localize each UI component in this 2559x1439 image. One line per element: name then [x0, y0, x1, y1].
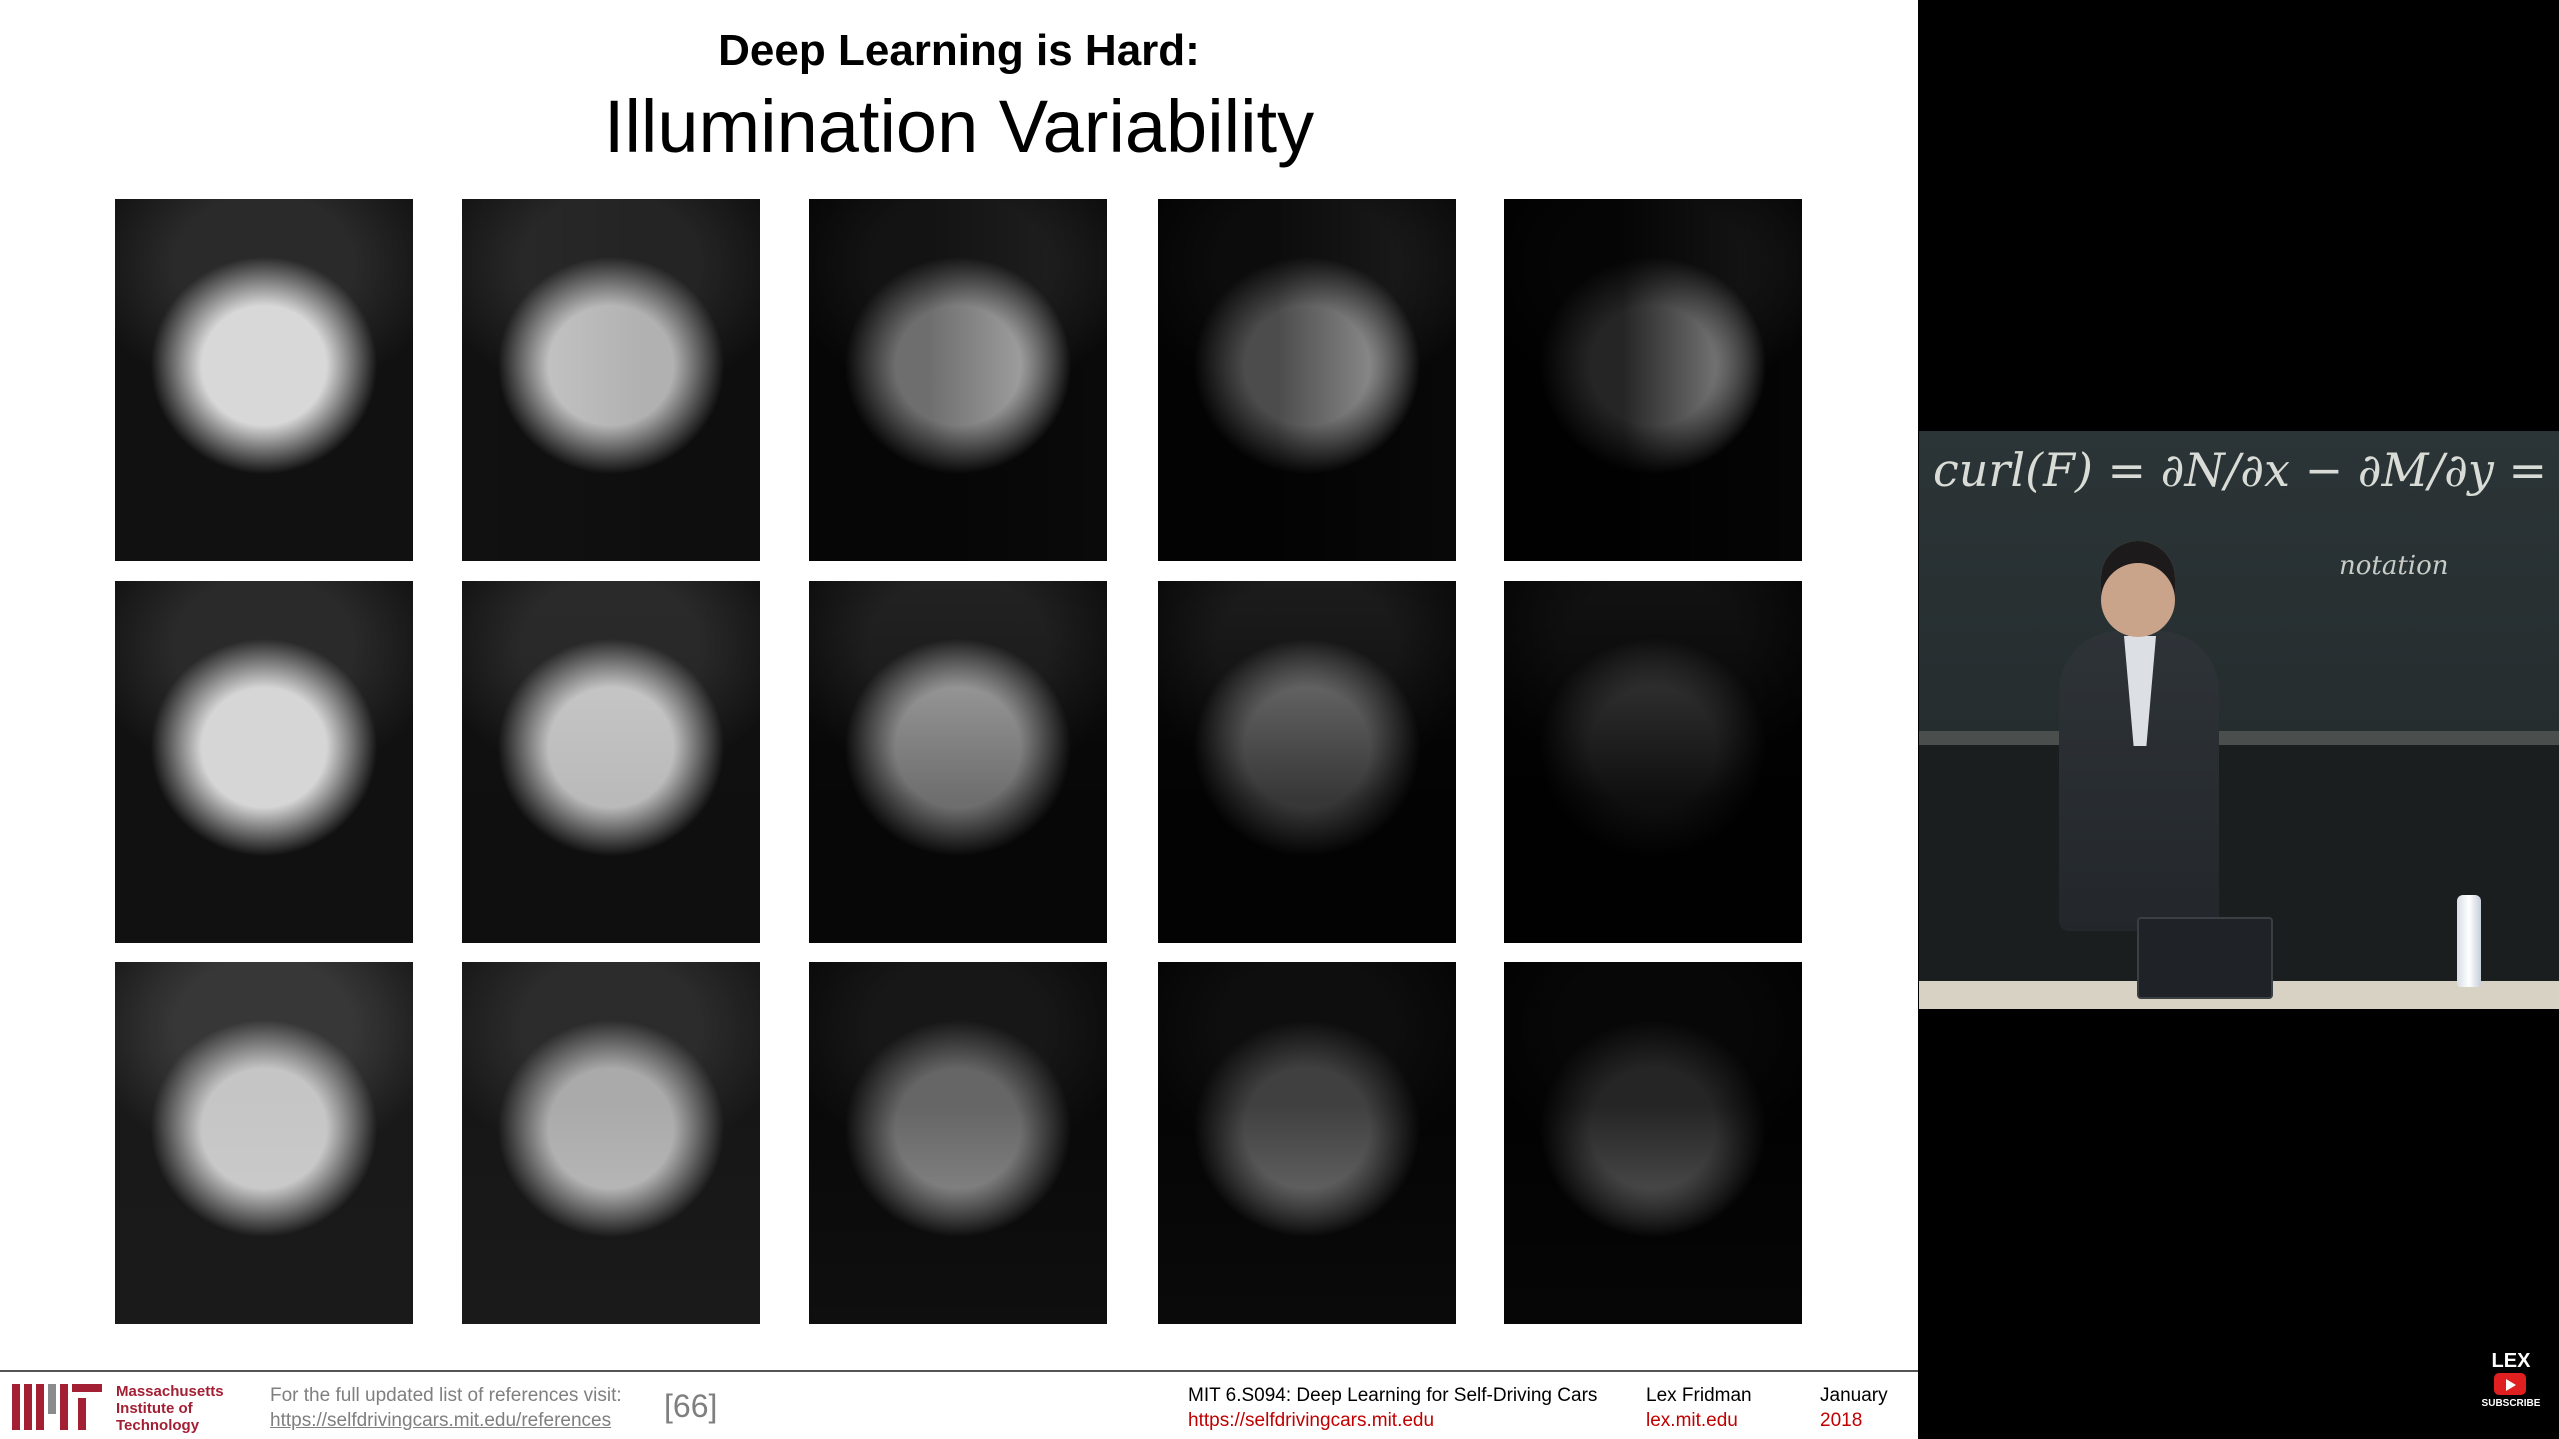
mit-logo-icon	[12, 1384, 102, 1430]
face-image-r2-c2	[462, 581, 760, 943]
slide: Deep Learning is Hard: Illumination Vari…	[0, 0, 1918, 1439]
slide-title: Deep Learning is Hard:	[718, 26, 1200, 75]
face-image-r3-c3	[809, 962, 1107, 1324]
course-name: MIT 6.S094: Deep Learning for Self-Drivi…	[1188, 1385, 1598, 1406]
face-image-r3-c2	[462, 962, 760, 1324]
water-bottle-icon	[2457, 895, 2481, 987]
channel-brand[interactable]: LEX	[2484, 1350, 2538, 1373]
references-link[interactable]: https://selfdrivingcars.mit.edu/referenc…	[270, 1410, 611, 1432]
reference-number: [66]	[664, 1388, 718, 1424]
face-image-r2-c3	[809, 581, 1107, 943]
chalkboard: curl(F) = ∂N/∂x − ∂M/∂y = k̂·(∇×F) notat…	[1919, 431, 2559, 731]
laptop-icon	[2137, 917, 2273, 999]
references-label: For the full updated list of references …	[270, 1385, 622, 1406]
chalkboard-note: notation	[2339, 551, 2449, 581]
lecturer-camera-view: curl(F) = ∂N/∂x − ∂M/∂y = k̂·(∇×F) notat…	[1919, 431, 2559, 1009]
mit-wordmark: Massachusetts Institute of Technology	[116, 1383, 224, 1434]
face-image-r2-c5	[1504, 581, 1802, 943]
face-image-r1-c5	[1504, 199, 1802, 561]
lecturer-head	[2101, 541, 2175, 637]
chalkboard-formula: curl(F) = ∂N/∂x − ∂M/∂y = k̂·(∇×F)	[1933, 443, 2559, 497]
chalk-ledge	[1919, 731, 2559, 745]
author-name: Lex Fridman	[1646, 1385, 1752, 1406]
face-image-r3-c1	[115, 962, 413, 1324]
subscribe-label[interactable]: SUBSCRIBE	[2468, 1398, 2554, 1409]
face-image-r3-c5	[1504, 962, 1802, 1324]
footer-divider	[0, 1370, 1918, 1372]
author-link[interactable]: lex.mit.edu	[1646, 1410, 1738, 1432]
date-year: 2018	[1820, 1410, 1863, 1431]
face-image-r2-c4	[1158, 581, 1456, 943]
date-month: January	[1820, 1385, 1888, 1406]
face-image-r3-c4	[1158, 962, 1456, 1324]
slide-subtitle: Illumination Variability	[603, 85, 1315, 168]
face-image-r1-c4	[1158, 199, 1456, 561]
youtube-play-icon[interactable]	[2494, 1373, 2526, 1395]
face-image-r1-c2	[462, 199, 760, 561]
face-image-r1-c3	[809, 199, 1107, 561]
face-image-r1-c1	[115, 199, 413, 561]
face-image-r2-c1	[115, 581, 413, 943]
course-link[interactable]: https://selfdrivingcars.mit.edu	[1188, 1410, 1434, 1432]
